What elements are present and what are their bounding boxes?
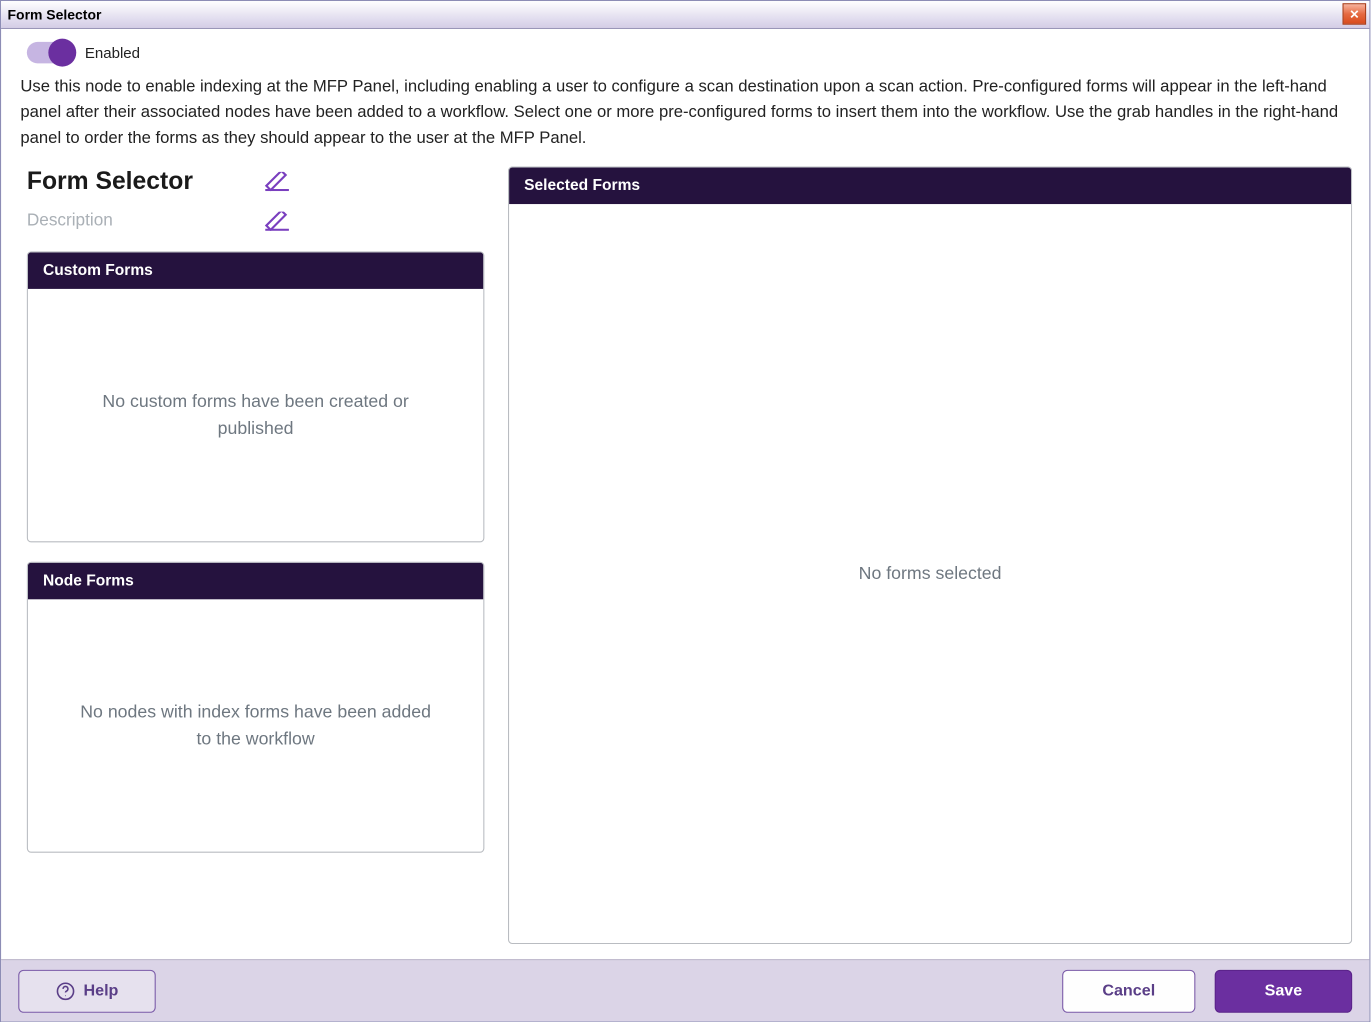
custom-forms-empty: No custom forms have been created or pub…	[73, 389, 438, 442]
help-icon	[56, 981, 75, 1000]
intro-text: Use this node to enable indexing at the …	[18, 72, 1352, 167]
cancel-button[interactable]: Cancel	[1062, 969, 1195, 1012]
selected-forms-header: Selected Forms	[509, 168, 1351, 205]
selected-forms-panel: Selected Forms No forms selected	[508, 167, 1352, 945]
titlebar: Form Selector ✕	[1, 1, 1369, 29]
edit-name-button[interactable]	[263, 170, 291, 191]
help-button[interactable]: Help	[18, 969, 155, 1012]
content-area: Enabled Use this node to enable indexing…	[1, 29, 1369, 959]
help-label: Help	[83, 982, 118, 1000]
pencil-icon	[263, 212, 291, 231]
node-forms-header: Node Forms	[28, 563, 483, 600]
cancel-label: Cancel	[1102, 982, 1155, 1000]
node-name: Form Selector	[27, 167, 253, 196]
custom-forms-panel: Custom Forms No custom forms have been c…	[27, 251, 485, 542]
right-column: Selected Forms No forms selected	[508, 167, 1352, 945]
window-title: Form Selector	[8, 6, 102, 22]
dialog-window: Form Selector ✕ Enabled Use this node to…	[0, 0, 1370, 1022]
node-description-placeholder: Description	[27, 212, 253, 231]
node-forms-body[interactable]: No nodes with index forms have been adde…	[28, 599, 483, 851]
close-icon: ✕	[1349, 7, 1359, 21]
columns: Form Selector Description	[18, 167, 1352, 960]
close-button[interactable]: ✕	[1343, 3, 1367, 24]
enabled-toggle[interactable]	[27, 42, 74, 63]
left-column: Form Selector Description	[27, 167, 485, 945]
save-button[interactable]: Save	[1215, 969, 1352, 1012]
custom-forms-header: Custom Forms	[28, 252, 483, 289]
pencil-icon	[263, 171, 291, 190]
node-forms-empty: No nodes with index forms have been adde…	[73, 699, 438, 752]
custom-forms-body[interactable]: No custom forms have been created or pub…	[28, 289, 483, 541]
node-forms-panel: Node Forms No nodes with index forms hav…	[27, 562, 485, 853]
toggle-knob	[48, 39, 76, 67]
selected-forms-empty: No forms selected	[859, 560, 1002, 587]
selected-forms-body[interactable]: No forms selected	[509, 204, 1351, 943]
save-label: Save	[1265, 982, 1303, 1000]
footer-bar: Help Cancel Save	[1, 959, 1369, 1021]
edit-description-button[interactable]	[263, 211, 291, 232]
enable-row: Enabled	[18, 29, 1352, 72]
description-row: Description	[27, 211, 485, 232]
name-row: Form Selector	[27, 167, 485, 196]
enabled-label: Enabled	[85, 44, 140, 61]
name-description-block: Form Selector Description	[27, 167, 485, 233]
